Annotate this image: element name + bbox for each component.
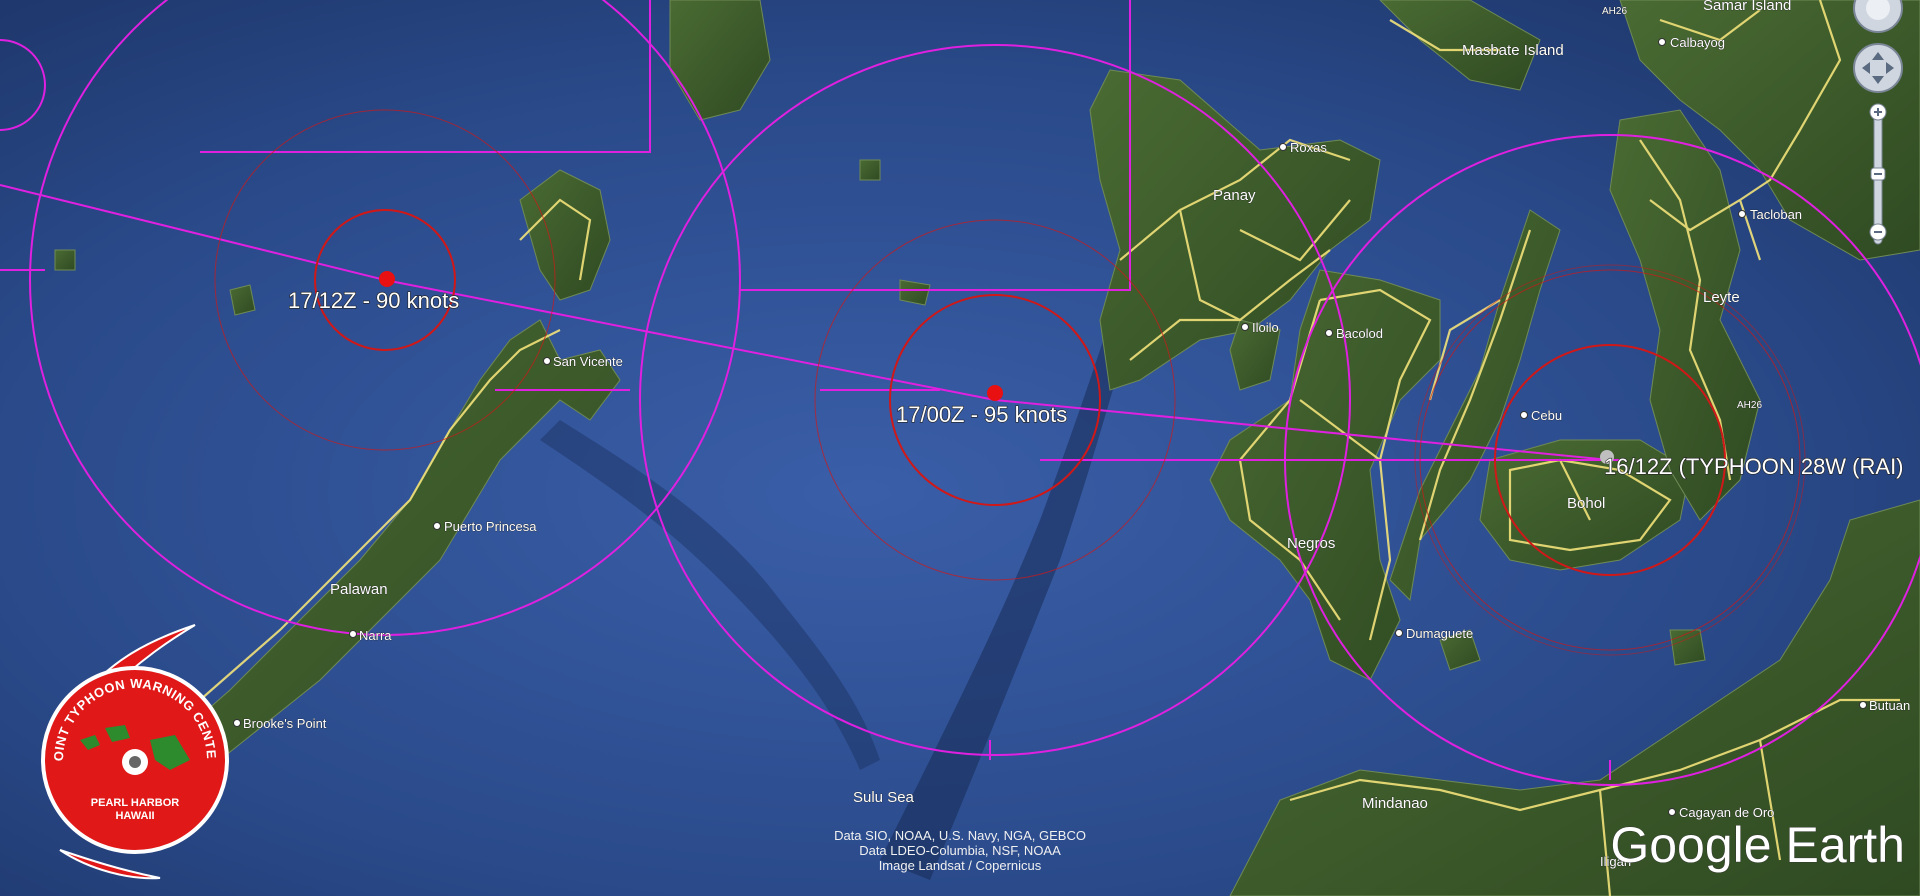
label-butuan: Butuan — [1869, 698, 1910, 713]
label-mindanao: Mindanao — [1362, 795, 1428, 812]
navigation-controls — [1853, 0, 1903, 245]
label-iloilo: Iloilo — [1252, 320, 1279, 335]
label-leyte: Leyte — [1703, 289, 1740, 306]
label-road-ah26-north: AH26 — [1602, 6, 1627, 17]
credit-line-2: Data LDEO-Columbia, NSF, NOAA — [859, 843, 1061, 858]
label-tacloban: Tacloban — [1750, 207, 1802, 222]
forecast-label-16-12z: 16/12Z (TYPHOON 28W (RAI) — [1604, 454, 1904, 479]
credit-line-3: Image Landsat / Copernicus — [879, 858, 1042, 873]
zoom-in-button[interactable] — [1869, 103, 1887, 121]
forecast-label-17-00z: 17/00Z - 95 knots — [896, 402, 1067, 427]
label-puerto-princesa: Puerto Princesa — [444, 519, 537, 534]
label-road-ah26-south: AH26 — [1737, 400, 1762, 411]
label-palawan: Palawan — [330, 581, 388, 598]
zoom-slider-handle[interactable] — [1870, 167, 1886, 181]
look-joystick[interactable] — [1853, 0, 1903, 33]
label-roxas: Roxas — [1290, 140, 1327, 155]
label-calbayog: Calbayog — [1670, 35, 1725, 50]
label-sulu-sea: Sulu Sea — [853, 789, 915, 806]
label-samar-island: Samar Island — [1703, 0, 1791, 14]
label-san-vicente: San Vicente — [553, 354, 623, 369]
label-dumaguete: Dumaguete — [1406, 626, 1473, 641]
label-negros: Negros — [1287, 535, 1335, 552]
logo-location-line-1: PEARL HARBOR — [91, 797, 179, 809]
logo-location-line-2: HAWAII — [115, 810, 154, 822]
forecast-point-17-00z[interactable] — [987, 385, 1003, 401]
forecast-label-17-12z: 17/12Z - 90 knots — [288, 288, 459, 313]
zoom-out-button[interactable] — [1869, 223, 1887, 241]
label-cebu: Cebu — [1531, 408, 1562, 423]
label-brookes-point: Brooke's Point — [243, 716, 327, 731]
label-narra: Narra — [359, 628, 392, 643]
move-joystick[interactable] — [1853, 43, 1903, 93]
forecast-point-17-12z[interactable] — [379, 271, 395, 287]
label-panay: Panay — [1213, 187, 1256, 204]
label-bacolod: Bacolod — [1336, 326, 1383, 341]
label-masbate-island: Masbate Island — [1462, 42, 1564, 59]
credit-line-1: Data SIO, NOAA, U.S. Navy, NGA, GEBCO — [834, 828, 1086, 843]
camiguin-island — [1669, 629, 1706, 666]
satellite-map[interactable]: 17/12Z - 90 knots 17/00Z - 95 knots 16/1… — [0, 0, 1920, 896]
label-bohol: Bohol — [1567, 495, 1605, 512]
google-earth-logo: Google Earth — [1610, 817, 1905, 873]
